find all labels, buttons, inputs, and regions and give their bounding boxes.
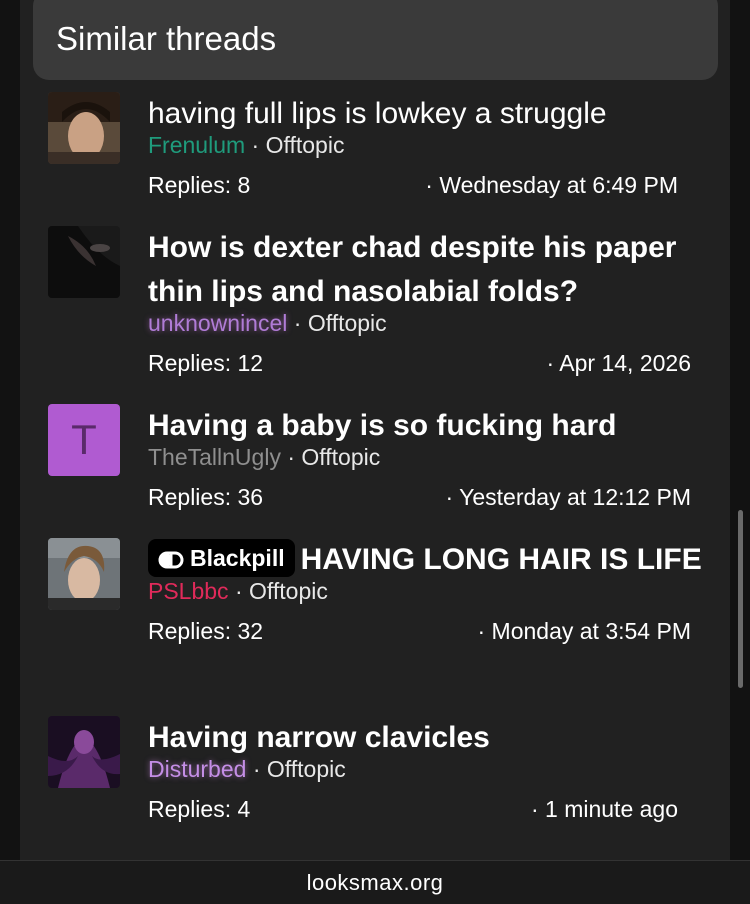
thread-replies: Replies: 12 [148,350,264,376]
thread-date: 1 minute ago [545,796,678,822]
thread-title[interactable]: HAVING LONG HAIR IS LIFE [301,543,702,576]
avatar[interactable] [48,92,120,164]
pill-icon [158,551,184,569]
separator: · [251,132,266,158]
block-header: Similar threads [33,0,718,80]
thread-date-group: · Monday at 3:54 PM [477,618,691,644]
block-title: Similar threads [56,20,277,57]
thread-date: Apr 14, 2026 [559,350,691,376]
thread-author[interactable]: Disturbed [148,756,246,782]
separator: · [293,310,308,336]
thread-forum[interactable]: Offtopic [249,578,328,604]
thread-replies: Replies: 36 [148,484,264,510]
avatar[interactable] [48,716,120,788]
thread-title[interactable]: How is dexter chad despite his paper thi… [148,226,728,314]
thread-date: Yesterday at 12:12 PM [459,484,691,510]
separator: · [287,444,302,470]
thread-replies: Replies: 8 [148,172,251,198]
thread-forum[interactable]: Offtopic [267,756,346,782]
thread-forum[interactable]: Offtopic [308,310,387,336]
scrollbar[interactable] [738,510,743,688]
thread-forum[interactable]: Offtopic [301,444,380,470]
separator: · [234,578,250,604]
thread-date-group: · Wednesday at 6:49 PM [425,172,678,198]
avatar[interactable] [48,226,120,298]
thread-date-group: · Yesterday at 12:12 PM [445,484,692,510]
thread-date-group: · 1 minute ago [530,796,678,822]
thread-author[interactable]: PSLbbc [148,578,229,604]
thread-author[interactable]: TheTallnUgly [148,444,281,470]
thread-replies: Replies: 4 [148,796,251,822]
thread-date: Monday at 3:54 PM [491,618,691,644]
thread-date: Wednesday at 6:49 PM [439,172,678,198]
thread-author[interactable]: unknownincel [148,310,287,336]
prefix-badge[interactable]: Blackpill [148,539,295,577]
domain-label: looksmax.org [306,870,444,895]
prefix-label: Blackpill [190,545,285,571]
thread-author[interactable]: Frenulum [148,132,245,158]
thread-replies: Replies: 32 [148,618,264,644]
thread-forum[interactable]: Offtopic [266,132,345,158]
avatar[interactable] [48,538,120,610]
thread-date-group: · Apr 14, 2026 [546,350,692,376]
separator: · [252,756,267,782]
avatar[interactable]: T [48,404,120,476]
browser-url-bar[interactable]: looksmax.org [0,860,750,904]
